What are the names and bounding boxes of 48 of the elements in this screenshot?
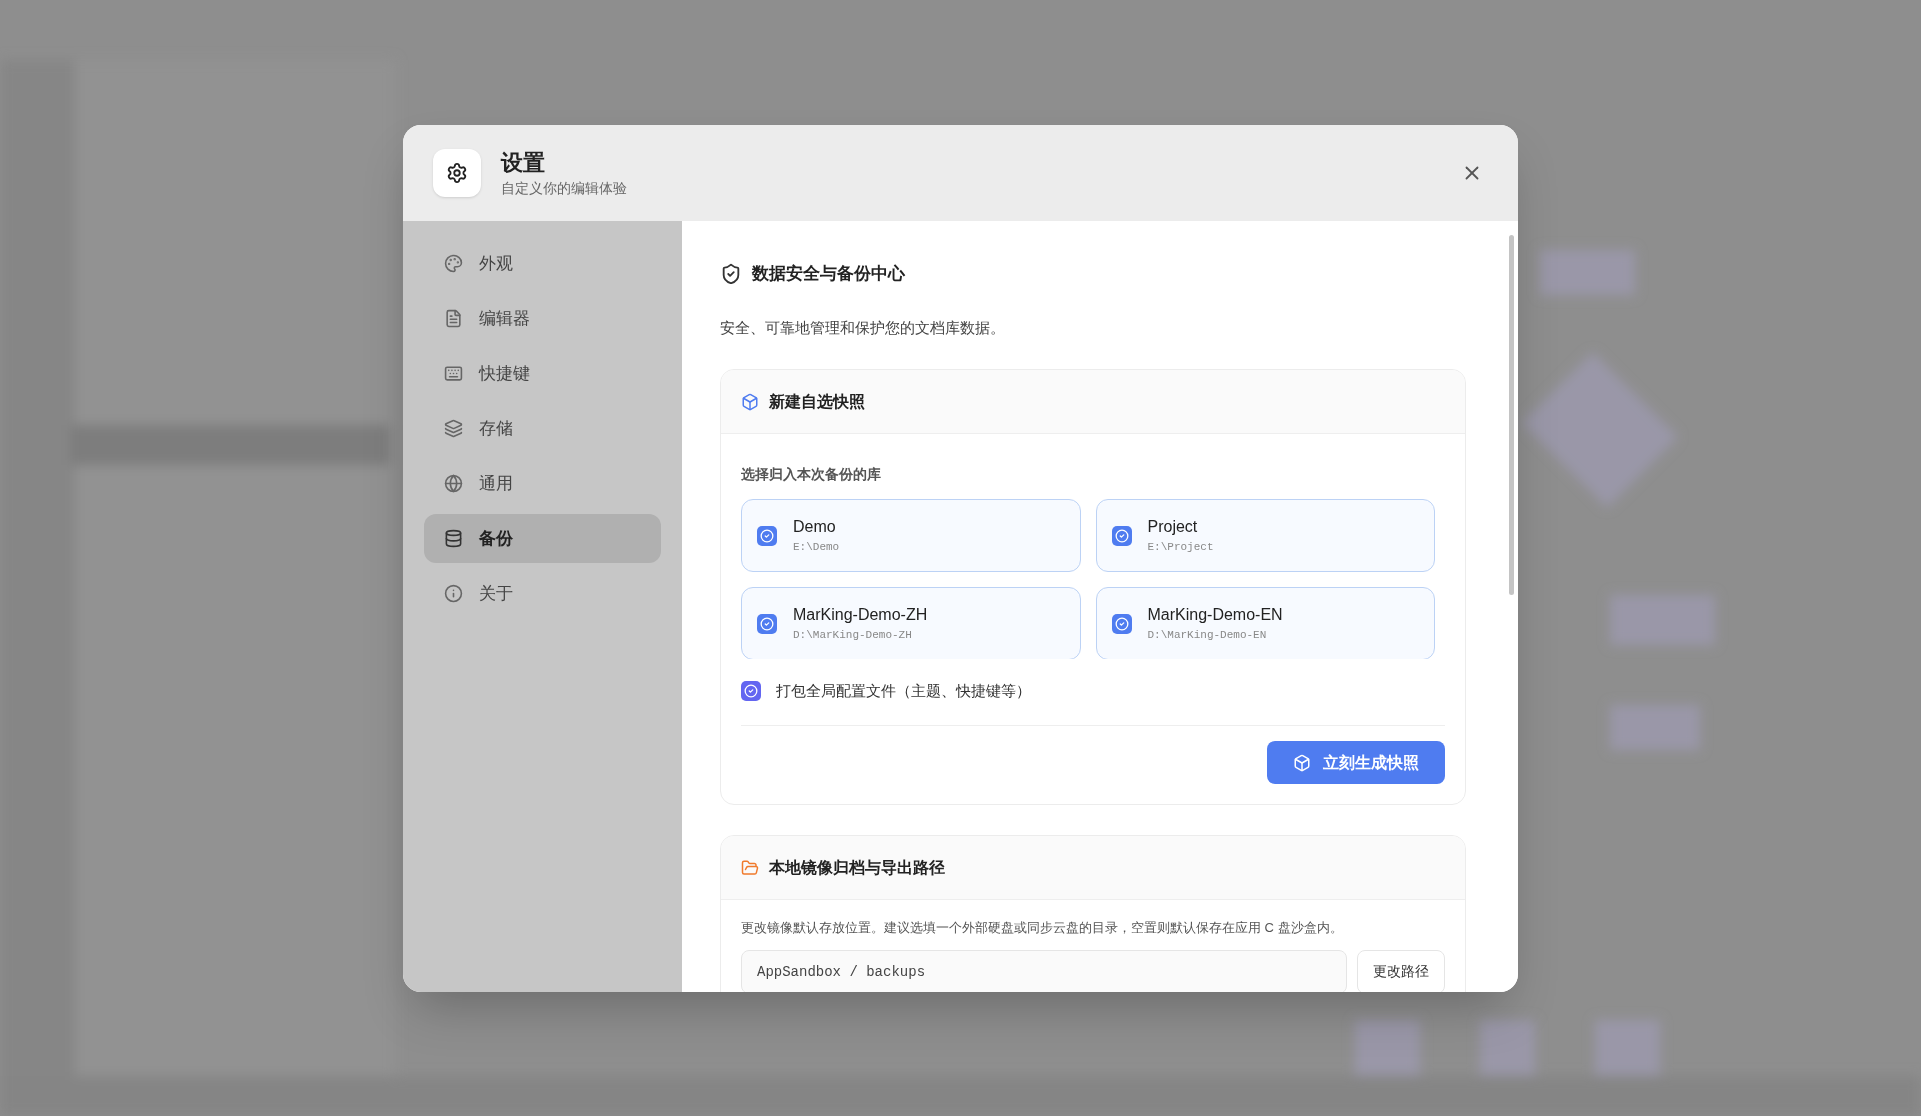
checkbox[interactable] [757,613,777,634]
field-label: 选择归入本次备份的库 [741,465,882,484]
library-name: MarKing-Demo-EN [1147,605,1283,626]
nav-item[interactable]: 存储 [424,404,661,453]
globe-icon [444,474,463,493]
cube-icon [1293,753,1311,772]
shield-icon [720,262,742,285]
library-name: MarKing-Demo-ZH [793,605,928,626]
dialog-subtitle: 自定义你的编辑体验 [501,178,628,198]
checkbox[interactable] [757,525,777,546]
nav-item[interactable]: 编辑器 [424,294,661,343]
keyboard-icon [444,364,463,383]
cube-icon [741,392,759,411]
library-name: Demo [793,517,837,538]
library-option[interactable]: Demo E:\Demo [741,499,1081,572]
library-name: Project [1147,517,1199,538]
nav-item[interactable]: 外观 [424,239,661,288]
palette-icon [444,254,463,273]
checkbox-label: 打包全局配置文件（主题、快捷键等） [776,680,1031,701]
section-title: 数据安全与备份中心 [752,263,905,285]
checkbox[interactable] [1111,525,1132,546]
card-title: 新建自选快照 [769,391,865,412]
document-icon [444,309,463,328]
library-path: D:\MarKing-Demo-EN [1147,628,1268,644]
layers-icon [444,419,463,438]
archive-description: 更改镜像默认存放位置。建议选填一个外部硬盘或同步云盘的目录，空置则默认保存在应用 C 盘沙盒内。 [741,919,1344,937]
path-field[interactable]: AppSandbox / backups [741,949,1347,992]
library-path: E:\Project [1147,540,1214,556]
change-path-button[interactable]: 更改路径 [1357,949,1445,992]
checkbox[interactable] [1111,613,1132,634]
dialog-title: 设置 [501,148,546,177]
checkbox[interactable] [741,681,761,701]
nav-item[interactable]: 关于 [424,569,661,618]
nav-item[interactable]: 快捷键 [424,349,661,398]
library-path: E:\Demo [793,540,840,556]
section-description: 安全、可靠地管理和保护您的文档库数据。 [720,317,1006,338]
library-option[interactable]: MarKing-Demo-ZH D:\MarKing-Demo-ZH [741,587,1081,659]
database-icon [444,529,463,548]
folder-icon [741,858,759,877]
library-option[interactable]: Project E:\Project [1095,499,1435,572]
nav-item[interactable]: 通用 [424,459,661,508]
nav-item[interactable]: 备份 [424,514,661,563]
card-title: 本地镜像归档与导出路径 [769,857,945,878]
create-snapshot-button[interactable]: 立刻生成快照 [1267,741,1445,784]
library-option[interactable]: MarKing-Demo-EN D:\MarKing-Demo-EN [1095,587,1435,659]
library-path: D:\MarKing-Demo-ZH [793,628,913,644]
settings-icon [433,149,481,197]
info-icon [444,584,463,603]
